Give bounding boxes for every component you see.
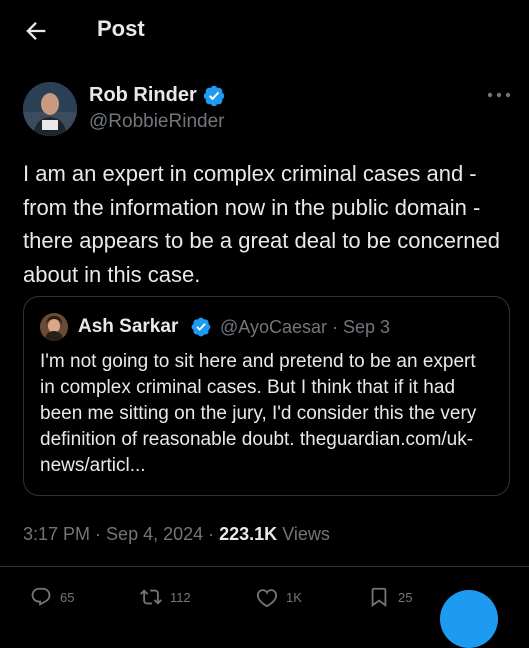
- views-label: Views: [282, 524, 330, 544]
- repost-button[interactable]: 112: [140, 585, 191, 609]
- verified-badge-icon: [203, 85, 225, 107]
- quote-verified-badge-icon: [191, 317, 211, 337]
- quoted-post[interactable]: Ash Sarkar @AyoCaesar · Sep 3 I'm not go…: [23, 296, 510, 496]
- quote-author-handle: @AyoCaesar: [220, 317, 327, 337]
- more-options-icon[interactable]: [486, 90, 512, 100]
- reply-icon: [31, 587, 51, 606]
- bookmark-button[interactable]: 25: [368, 585, 412, 609]
- meta-separator: ·: [90, 524, 107, 544]
- quote-author-name: Ash Sarkar: [78, 316, 179, 337]
- meta-separator: ·: [203, 524, 220, 544]
- author-name[interactable]: Rob Rinder: [89, 84, 197, 107]
- author-avatar[interactable]: [23, 82, 77, 136]
- reply-count: 65: [60, 589, 75, 605]
- top-bar: Post: [0, 0, 529, 62]
- quote-text: I'm not going to sit here and pretend to…: [40, 351, 477, 476]
- bookmark-count: 25: [398, 589, 413, 605]
- post-text: I am an expert in complex criminal cases…: [23, 161, 501, 287]
- divider: [0, 566, 529, 567]
- quote-meta: @AyoCaesar · Sep 3: [220, 317, 391, 337]
- repost-count: 112: [170, 589, 191, 605]
- post-time[interactable]: 3:17 PM: [23, 524, 90, 544]
- back-arrow-icon[interactable]: [22, 17, 50, 45]
- post-metadata: 3:17 PM · Sep 4, 2024 · 223.1K Views: [23, 524, 330, 545]
- compose-button[interactable]: [440, 590, 498, 648]
- reply-button[interactable]: 65: [30, 585, 74, 609]
- post-date[interactable]: Sep 4, 2024: [106, 524, 203, 544]
- like-button[interactable]: 1K: [256, 585, 302, 609]
- views-count: 223.1K: [219, 524, 278, 544]
- like-count: 1K: [286, 589, 302, 605]
- heart-icon: [256, 589, 278, 608]
- quote-author-avatar: [40, 313, 68, 341]
- author-handle[interactable]: @RobbieRinder: [89, 111, 224, 133]
- bookmark-icon: [371, 587, 387, 608]
- repost-icon: [140, 589, 162, 605]
- quote-date: Sep 3: [343, 317, 391, 337]
- page-title: Post: [97, 16, 145, 41]
